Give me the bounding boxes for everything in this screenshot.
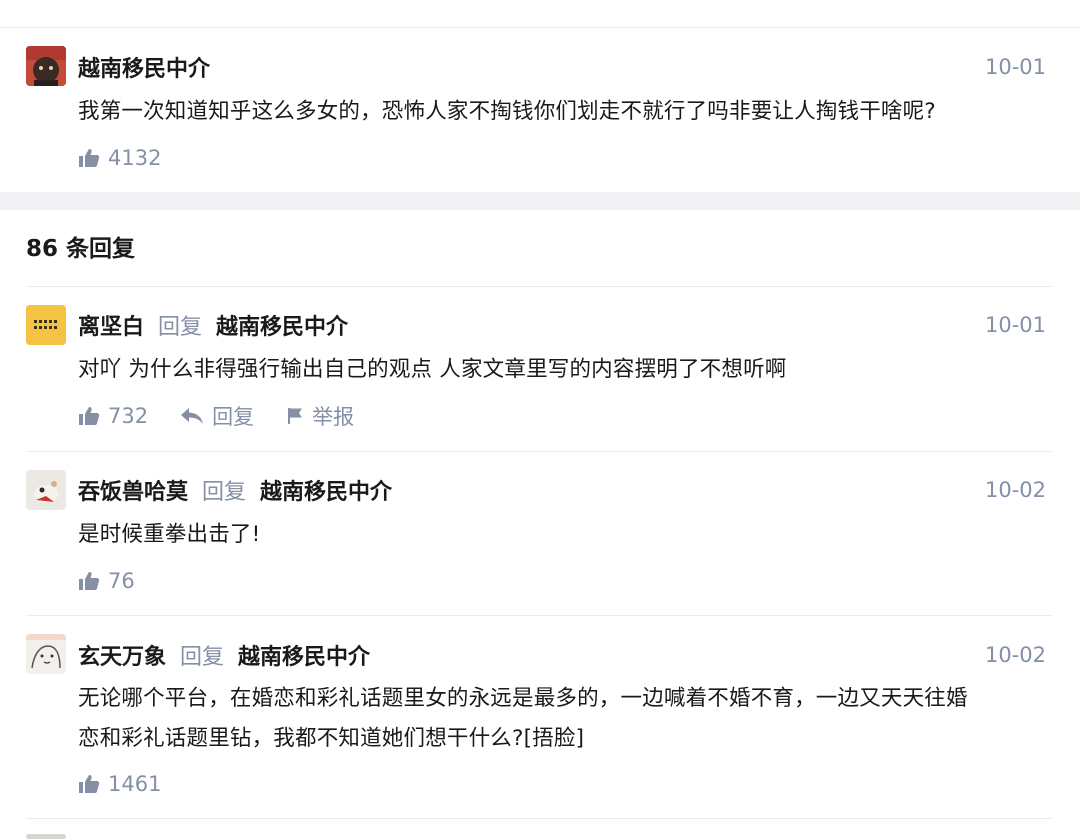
- avatar[interactable]: [26, 834, 66, 839]
- thumbs-up-icon: [79, 149, 100, 167]
- author-name[interactable]: 越南移民中介: [78, 51, 210, 83]
- author-line: 越南移民中介: [78, 52, 210, 82]
- reply-target-name[interactable]: 越南移民中介: [260, 474, 392, 506]
- root-comment: 越南移民中介 10-01 我第一次知道知乎这么多女的，恐怖人家不掏钱你们划走不就…: [0, 0, 1080, 192]
- thumbs-up-icon: [79, 407, 100, 425]
- author-line: 离坚白 回复 越南移民中介: [78, 310, 348, 340]
- divider: [26, 818, 1052, 819]
- like-count: 1461: [108, 772, 162, 796]
- divider: [26, 286, 1052, 287]
- report-button-label: 举报: [312, 405, 355, 429]
- author-name[interactable]: 玄天万象: [78, 639, 166, 671]
- thumbs-up-icon: [79, 775, 100, 793]
- comment-date: 10-02: [984, 643, 1046, 667]
- like-button[interactable]: 732: [78, 404, 148, 428]
- divider: [26, 451, 1052, 452]
- avatar-image: [26, 46, 66, 86]
- report-button[interactable]: 举报: [286, 401, 354, 431]
- comment-text: 对吖 为什么非得强行输出自己的观点 人家文章里写的内容摆明了不想听啊: [78, 357, 787, 382]
- avatar-image: [26, 470, 66, 510]
- like-count: 76: [108, 569, 135, 593]
- comment-text: 是时候重拳出击了!: [78, 522, 261, 547]
- avatar[interactable]: [26, 634, 66, 674]
- author-line: 吞饭兽哈莫 回复 越南移民中介: [78, 475, 392, 505]
- avatar[interactable]: [26, 46, 66, 86]
- reply-target-name[interactable]: 越南移民中介: [216, 309, 348, 341]
- avatar-image: [26, 634, 66, 674]
- reply-target-name[interactable]: 越南移民中介: [238, 639, 370, 671]
- reply-arrow-icon: [181, 408, 204, 424]
- comment-actions: 1461: [78, 769, 193, 799]
- comment-date: 10-01: [984, 55, 1046, 79]
- comment-text: 我第一次知道知乎这么多女的，恐怖人家不掏钱你们划走不就行了吗非要让人掏钱干啥呢?: [78, 99, 936, 124]
- comment-text-line: 恋和彩礼话题里钻，我都不知道她们想干什么?[捂脸]: [78, 726, 585, 751]
- comment-date: 10-02: [984, 478, 1046, 502]
- author-name[interactable]: 离坚白: [78, 309, 144, 341]
- avatar[interactable]: [26, 470, 66, 510]
- comment-text: 无论哪个平台，在婚恋和彩礼话题里女的永远是最多的，一边喊着不婚不育，一边又天天往…: [78, 679, 1058, 759]
- divider: [26, 615, 1052, 616]
- like-count: 732: [108, 404, 149, 428]
- author-name[interactable]: 吞饭兽哈莫: [78, 474, 188, 506]
- flag-icon: [288, 408, 303, 424]
- like-button[interactable]: 4132: [78, 146, 161, 170]
- replies-count-heading: 86 条回复: [26, 236, 136, 262]
- comment-date: 10-01: [984, 313, 1046, 337]
- comment-actions: 732 回复 举报: [78, 401, 386, 431]
- avatar-image: [26, 305, 66, 345]
- avatar[interactable]: [26, 305, 66, 345]
- author-line: 玄天万象 回复 越南移民中介: [78, 640, 370, 670]
- like-button[interactable]: 1461: [78, 772, 161, 796]
- reply-to-label: 回复: [180, 645, 225, 670]
- reply-button-label: 回复: [212, 405, 255, 429]
- thumbs-up-icon: [79, 572, 100, 590]
- reply-to-label: 回复: [158, 315, 203, 340]
- comment-actions: 76: [78, 566, 167, 596]
- comment-actions: 4132: [78, 143, 193, 173]
- comment-text-line: 无论哪个平台，在婚恋和彩礼话题里女的永远是最多的，一边喊着不婚不育，一边又天天往…: [78, 686, 968, 711]
- like-button[interactable]: 76: [78, 569, 135, 593]
- section-divider: [0, 192, 1080, 210]
- reply-button[interactable]: 回复: [180, 401, 254, 431]
- reply-to-label: 回复: [202, 480, 247, 505]
- like-count: 4132: [108, 146, 162, 170]
